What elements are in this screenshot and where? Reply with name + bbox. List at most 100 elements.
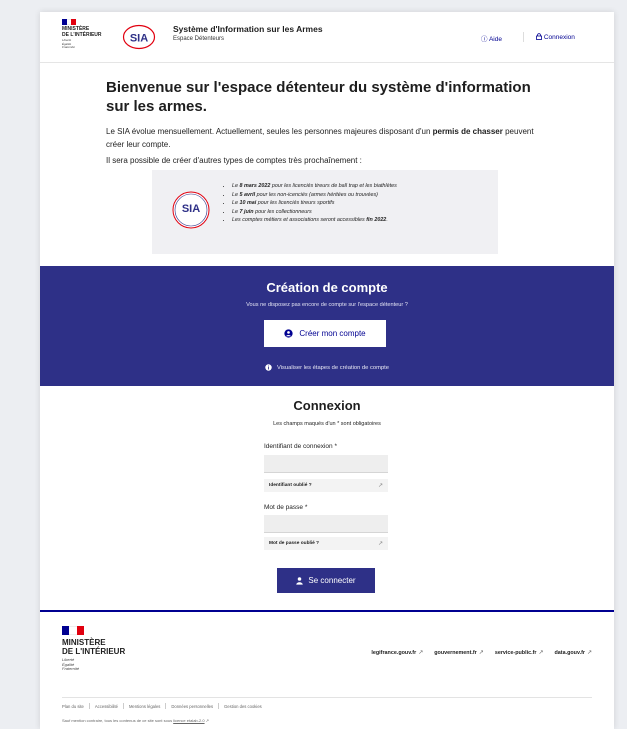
footer-link-gouvernement[interactable]: gouvernement.fr ↗	[434, 649, 484, 657]
footer-legal-link[interactable]: Gestion des cookies	[224, 704, 262, 709]
login-title: Connexion	[293, 398, 361, 413]
footer-ministry-logo[interactable]: MINISTÈRE DE L'INTÉRIEUR Liberté Égalité…	[62, 626, 172, 672]
footer-ministry-name: MINISTÈRE DE L'INTÉRIEUR	[62, 638, 126, 656]
footer-legal-link[interactable]: Données personnelles	[171, 704, 213, 709]
help-link[interactable]: ⓘ Aide	[481, 33, 502, 43]
account-creation-title: Création de compte	[266, 280, 388, 295]
timeline-list: Le 8 mars 2022 pour les licenciés tireur…	[224, 182, 502, 225]
timeline-item-text: pour les licenciés tireurs sportifs	[256, 200, 335, 207]
french-flag-icon	[62, 626, 84, 635]
footer-top-border	[40, 610, 614, 612]
external-link-icon: ↗	[478, 650, 484, 656]
timeline-item-text: Le	[232, 191, 240, 198]
external-link-icon: ↗	[205, 718, 210, 723]
create-account-button[interactable]: Créer mon compte	[264, 320, 386, 347]
footer-link-label: service-public.fr	[494, 649, 537, 656]
footer-ministry-motto: Liberté Égalité Fraternité	[62, 657, 80, 672]
password-forgot-label: Mot de passe oublié ?	[269, 541, 320, 546]
timeline-item: Le 10 mai pour les licenciés tireurs spo…	[232, 199, 502, 208]
header-login-label: Connexion	[543, 34, 575, 41]
footer-divider	[62, 697, 592, 698]
timeline-item-text: Le	[232, 200, 240, 207]
user-circle-icon	[284, 329, 294, 338]
creation-steps-link[interactable]: Visualiser les étapes de création de com…	[40, 364, 614, 371]
footer-external-links: legifrance.gouv.fr ↗ gouvernement.fr ↗ ser…	[371, 649, 592, 657]
license-text: Sauf mention contraire, tous les contenu…	[62, 718, 174, 723]
identifier-label: Identifiant de connexion *	[264, 443, 337, 450]
footer-link-legifrance[interactable]: legifrance.gouv.fr ↗	[371, 649, 423, 657]
sia-logo-text: SIA	[130, 33, 148, 45]
ministry-logo[interactable]: MINISTÈRE DE L'INTÉRIEUR Liberté Égalité…	[62, 19, 122, 50]
account-creation-section: Création de compte Vous ne disposez pas …	[40, 266, 614, 386]
help-label: Aide	[488, 36, 502, 43]
footer-legal-links: Plan du site Accessibilité Mentions léga…	[62, 703, 262, 709]
sia-seal-text: SIA	[182, 203, 200, 215]
intro-text-start: Le SIA évolue mensuellement. Actuellemen…	[106, 127, 433, 136]
header-separator	[523, 32, 524, 42]
timeline-item-text: pour les non-icenciés (armes héritées ou…	[255, 191, 378, 198]
timeline-item-date: 10 mai	[239, 200, 257, 207]
timeline-item-text: pour les licenciés tireurs de ball trap …	[270, 183, 397, 189]
account-creation-subtitle: Vous ne disposez pas encore de compte su…	[246, 302, 408, 308]
timeline-item: Le 5 avril pour les non-icenciés (armes …	[232, 191, 502, 200]
login-submit-button[interactable]: Se connecter	[277, 568, 375, 593]
timeline-item-text: Le	[232, 183, 240, 189]
timeline-item-text: pour les collectionneurs	[253, 208, 312, 215]
french-flag-icon	[62, 19, 77, 25]
login-submit-label: Se connecter	[308, 576, 356, 585]
identifier-forgot-label: Identifiant oublié ?	[269, 483, 312, 488]
footer-link-data-gouv[interactable]: data.gouv.fr ↗	[554, 649, 592, 657]
intro-paragraph-2: Il sera possible de créer d'autres types…	[106, 156, 362, 165]
page-title: Bienvenue sur l'espace détenteur du syst…	[106, 79, 531, 115]
identifier-input[interactable]	[264, 455, 388, 473]
external-link-icon: ↗	[377, 483, 383, 489]
legal-separator	[122, 703, 124, 709]
timeline-item: Le 7 juin pour les collectionneurs	[232, 208, 502, 217]
footer-license: Sauf mention contraire, tous les contenu…	[62, 718, 209, 723]
ministry-motto: Liberté Égalité Fraternité	[62, 38, 75, 49]
required-fields-hint: Les champs maqués d'un * sont obligatoir…	[273, 421, 381, 427]
timeline-item-text: Le	[232, 208, 240, 215]
footer-link-label: data.gouv.fr	[554, 649, 585, 656]
sia-seal-logo: SIA	[172, 191, 210, 229]
timeline-item-text: .	[386, 217, 388, 224]
intro-paragraph: Le SIA évolue mensuellement. Actuellemen…	[106, 125, 546, 151]
creation-steps-label: Visualiser les étapes de création de com…	[276, 364, 390, 371]
external-link-icon: ↗	[538, 650, 544, 656]
legal-separator	[165, 703, 167, 709]
page: MINISTÈRE DE L'INTÉRIEUR Liberté Égalité…	[40, 12, 614, 729]
timeline-item-date: 5 avril	[239, 191, 256, 198]
intro-text-bold: permis de chasser	[432, 127, 503, 136]
footer-link-label: legifrance.gouv.fr	[371, 649, 417, 656]
sia-logo[interactable]: SIA	[122, 24, 156, 50]
lock-icon	[536, 33, 542, 40]
password-label: Mot de passe *	[264, 504, 308, 511]
timeline-box: SIA Le 8 mars 2022 pour les licenciés ti…	[152, 170, 498, 254]
timeline-item-text: Les comptes métiers et associations sero…	[232, 217, 367, 224]
question-circle-icon: ⓘ	[481, 36, 488, 43]
timeline-item-date: fin 2022	[366, 217, 387, 224]
footer-link-service-public[interactable]: service-public.fr ↗	[494, 649, 544, 657]
footer-link-label: gouvernement.fr	[434, 649, 477, 656]
footer-legal-link[interactable]: Plan du site	[62, 704, 84, 709]
app-subtitle: Espace Détenteurs	[173, 36, 225, 42]
legal-separator	[218, 703, 220, 709]
info-circle-icon	[265, 364, 272, 371]
create-account-label: Créer mon compte	[299, 329, 366, 338]
timeline-item: Le 8 mars 2022 pour les licenciés tireur…	[232, 182, 502, 191]
site-header: MINISTÈRE DE L'INTÉRIEUR Liberté Égalité…	[40, 12, 614, 63]
license-link[interactable]: licence etalab-2.0	[173, 718, 204, 723]
identifier-forgot-link[interactable]: Identifiant oublié ? ↗	[264, 479, 388, 492]
external-link-icon: ↗	[586, 650, 592, 656]
footer-legal-link[interactable]: Accessibilité	[95, 704, 118, 709]
header-login-link[interactable]: Connexion	[536, 33, 575, 41]
legal-separator	[88, 703, 90, 709]
password-forgot-link[interactable]: Mot de passe oublié ? ↗	[264, 537, 388, 550]
password-input[interactable]	[264, 515, 388, 533]
app-title[interactable]: Système d'Information sur les Armes	[173, 24, 323, 34]
footer-legal-link[interactable]: Mentions légales	[129, 704, 160, 709]
user-icon	[296, 576, 304, 585]
ministry-name: MINISTÈRE DE L'INTÉRIEUR	[62, 26, 102, 38]
external-link-icon: ↗	[377, 541, 383, 547]
timeline-item-date: 7 juin	[239, 208, 254, 215]
